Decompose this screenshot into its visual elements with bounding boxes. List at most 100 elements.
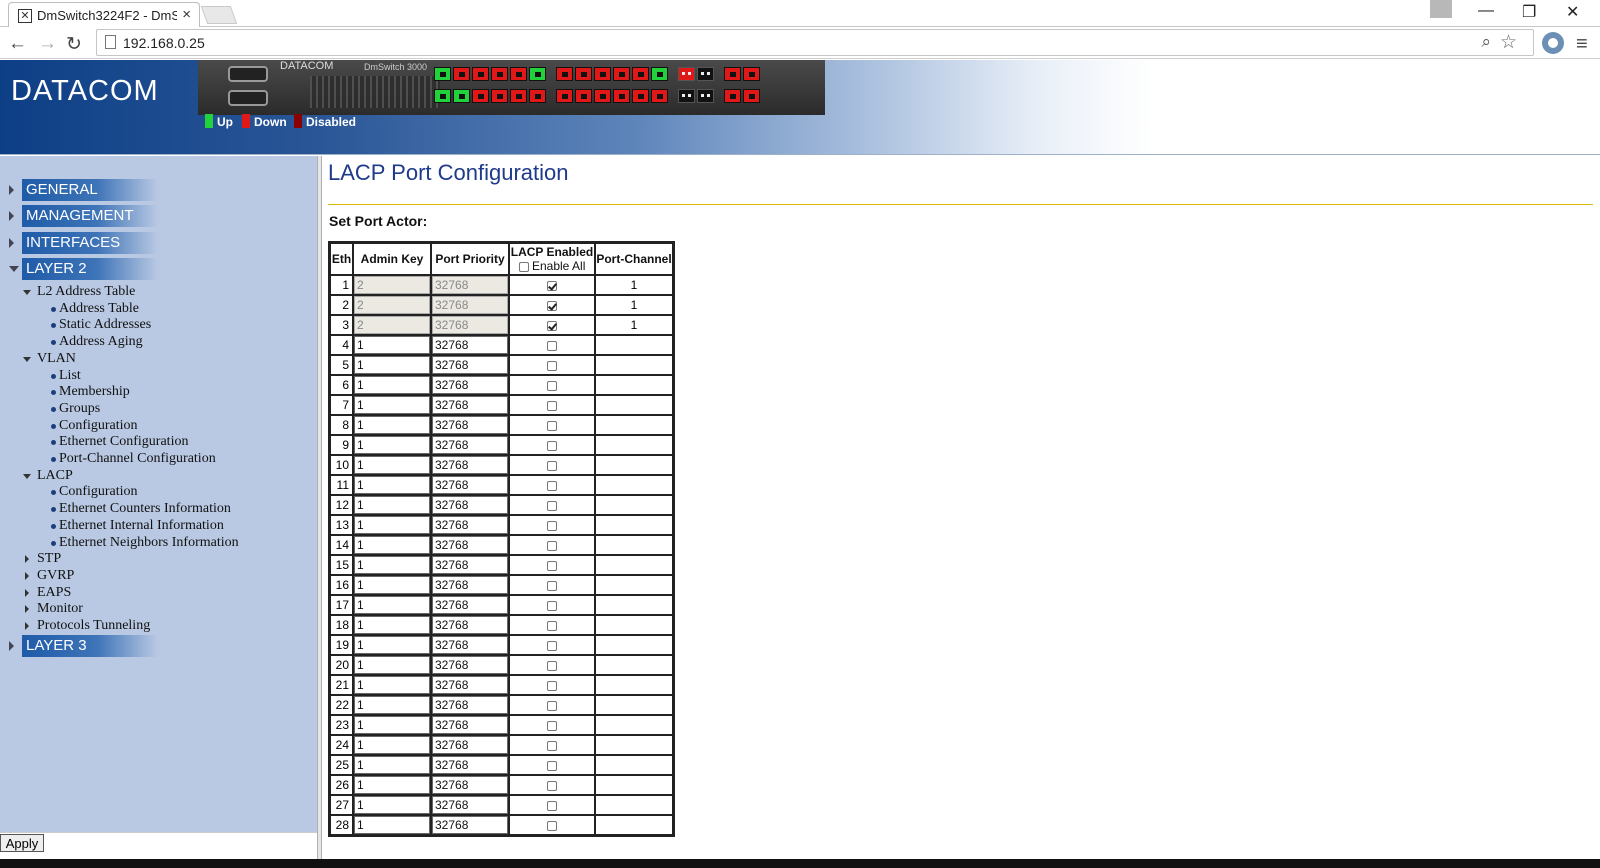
admin-key-input[interactable]: 1 xyxy=(354,396,430,414)
tree-node[interactable]: L2 Address Table xyxy=(37,284,135,300)
url-input[interactable]: 192.168.0.25 ⌕ ☆ xyxy=(96,29,1534,56)
switch-port-icon[interactable] xyxy=(434,67,451,81)
minimize-icon[interactable]: — xyxy=(1478,2,1494,20)
admin-key-input[interactable]: 2 xyxy=(354,276,430,294)
profile-icon[interactable] xyxy=(1430,0,1452,18)
port-priority-input[interactable]: 32768 xyxy=(432,376,508,394)
lacp-enabled-checkbox[interactable] xyxy=(547,320,557,331)
tree-link[interactable]: Address Aging xyxy=(59,334,143,350)
admin-key-input[interactable]: 1 xyxy=(354,516,430,534)
back-icon[interactable]: ← xyxy=(8,33,27,55)
admin-key-input[interactable]: 1 xyxy=(354,556,430,574)
general-expand-icon[interactable] xyxy=(9,185,14,195)
port-priority-input[interactable]: 32768 xyxy=(432,736,508,754)
tree-link[interactable]: Ethernet Internal Information xyxy=(59,518,224,534)
switch-port-icon[interactable] xyxy=(632,67,649,81)
switch-port-icon[interactable] xyxy=(697,67,714,81)
lacp-enabled-checkbox[interactable] xyxy=(547,380,557,391)
port-priority-input[interactable]: 32768 xyxy=(432,476,508,494)
switch-port-icon[interactable] xyxy=(556,67,573,81)
lacp-enabled-checkbox[interactable] xyxy=(547,300,557,311)
switch-port-icon[interactable] xyxy=(651,67,668,81)
section-general[interactable]: GENERAL xyxy=(22,179,158,201)
port-priority-input[interactable]: 32768 xyxy=(432,676,508,694)
layer2-collapse-icon[interactable] xyxy=(9,266,19,272)
switch-port-icon[interactable] xyxy=(434,89,451,103)
zoom-icon[interactable]: ⌕ xyxy=(1481,32,1491,52)
switch-port-icon[interactable] xyxy=(510,89,527,103)
tree-link[interactable]: Configuration xyxy=(59,418,138,434)
restore-icon[interactable]: ❐ xyxy=(1522,2,1536,22)
tree-expand-icon[interactable] xyxy=(25,571,29,580)
admin-key-input[interactable]: 1 xyxy=(354,656,430,674)
lacp-enabled-checkbox[interactable] xyxy=(547,780,557,791)
lacp-enabled-checkbox[interactable] xyxy=(547,500,557,511)
tree-link[interactable]: Ethernet Neighbors Information xyxy=(59,535,239,551)
extension-icon[interactable] xyxy=(1542,32,1564,54)
browser-tab[interactable]: ✕ DmSwitch3224F2 - DmSw × xyxy=(8,2,200,28)
tree-expand-icon[interactable] xyxy=(25,622,29,630)
switch-port-icon[interactable] xyxy=(556,89,573,103)
switch-port-icon[interactable] xyxy=(472,67,489,81)
tree-expand-icon[interactable] xyxy=(25,588,29,597)
switch-port-icon[interactable] xyxy=(613,67,630,81)
lacp-enabled-checkbox[interactable] xyxy=(547,460,557,471)
port-priority-input[interactable]: 32768 xyxy=(432,356,508,374)
switch-port-icon[interactable] xyxy=(453,67,470,81)
port-priority-input[interactable]: 32768 xyxy=(432,576,508,594)
lacp-enabled-checkbox[interactable] xyxy=(547,700,557,711)
tree-node[interactable]: Protocols Tunneling xyxy=(37,618,150,634)
port-priority-input[interactable]: 32768 xyxy=(432,776,508,794)
admin-key-input[interactable]: 1 xyxy=(354,716,430,734)
reload-icon[interactable]: ↻ xyxy=(66,33,82,56)
port-priority-input[interactable]: 32768 xyxy=(432,616,508,634)
tree-link[interactable]: Address Table xyxy=(59,301,139,317)
switch-port-icon[interactable] xyxy=(575,89,592,103)
admin-key-input[interactable]: 1 xyxy=(354,496,430,514)
switch-port-icon[interactable] xyxy=(472,89,489,103)
port-priority-input[interactable]: 32768 xyxy=(432,796,508,814)
admin-key-input[interactable]: 1 xyxy=(354,356,430,374)
section-management[interactable]: MANAGEMENT xyxy=(22,205,158,227)
switch-port-icon[interactable] xyxy=(697,89,714,103)
forward-icon[interactable]: → xyxy=(38,33,57,55)
switch-port-icon[interactable] xyxy=(724,89,741,103)
tree-collapse-icon[interactable] xyxy=(23,356,31,362)
switch-port-icon[interactable] xyxy=(453,89,470,103)
tree-link[interactable]: Port-Channel Configuration xyxy=(59,451,216,467)
tree-link[interactable]: Ethernet Counters Information xyxy=(59,501,231,517)
section-layer-2[interactable]: LAYER 2 xyxy=(22,258,158,280)
port-priority-input[interactable]: 32768 xyxy=(432,516,508,534)
switch-port-icon[interactable] xyxy=(632,89,649,103)
new-tab-button[interactable] xyxy=(200,6,238,24)
tree-node[interactable]: Monitor xyxy=(37,601,83,617)
lacp-enabled-checkbox[interactable] xyxy=(547,440,557,451)
port-priority-input[interactable]: 32768 xyxy=(432,336,508,354)
lacp-enabled-checkbox[interactable] xyxy=(547,760,557,771)
tree-node[interactable]: STP xyxy=(37,551,61,567)
admin-key-input[interactable]: 1 xyxy=(354,536,430,554)
lacp-enabled-checkbox[interactable] xyxy=(547,280,557,291)
admin-key-input[interactable]: 1 xyxy=(354,736,430,754)
lacp-enabled-checkbox[interactable] xyxy=(547,420,557,431)
admin-key-input[interactable]: 1 xyxy=(354,476,430,494)
tree-link[interactable]: Membership xyxy=(59,384,130,400)
admin-key-input[interactable]: 1 xyxy=(354,416,430,434)
port-priority-input[interactable]: 32768 xyxy=(432,696,508,714)
admin-key-input[interactable]: 1 xyxy=(354,376,430,394)
tree-node[interactable]: VLAN xyxy=(37,351,76,367)
admin-key-input[interactable]: 1 xyxy=(354,676,430,694)
admin-key-input[interactable]: 1 xyxy=(354,696,430,714)
lacp-enabled-checkbox[interactable] xyxy=(547,680,557,691)
switch-port-icon[interactable] xyxy=(491,89,508,103)
port-priority-input[interactable]: 32768 xyxy=(432,416,508,434)
admin-key-input[interactable]: 1 xyxy=(354,596,430,614)
port-priority-input[interactable]: 32768 xyxy=(432,396,508,414)
tree-node[interactable]: GVRP xyxy=(37,568,74,584)
tree-link[interactable]: List xyxy=(59,368,81,384)
lacp-enabled-checkbox[interactable] xyxy=(547,800,557,811)
interfaces-expand-icon[interactable] xyxy=(9,238,14,248)
tree-node[interactable]: EAPS xyxy=(37,585,71,601)
admin-key-input[interactable]: 2 xyxy=(354,296,430,314)
lacp-enabled-checkbox[interactable] xyxy=(547,340,557,351)
